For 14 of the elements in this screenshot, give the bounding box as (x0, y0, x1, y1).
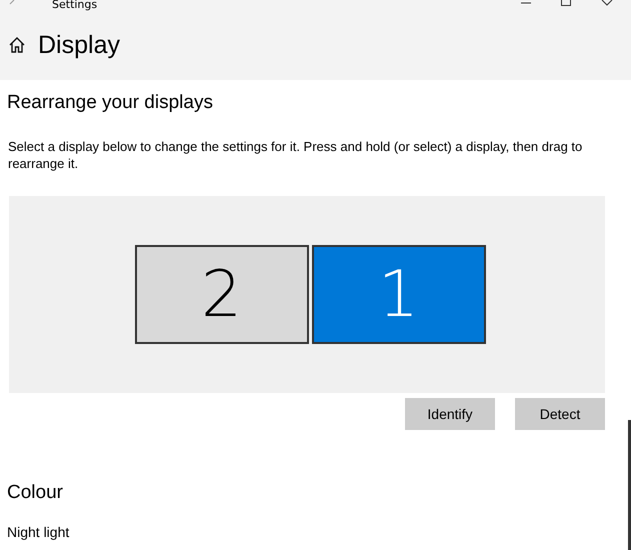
section-heading: Rearrange your displays (7, 92, 214, 114)
page-title: Display (38, 30, 120, 60)
action-button[interactable]: Identify (405, 398, 495, 430)
maximize-icon[interactable] (561, 0, 571, 6)
display-tile[interactable]: 2 (134, 245, 308, 344)
close-icon[interactable] (601, 0, 613, 6)
window-title: Settings (52, 0, 98, 10)
home-icon[interactable] (8, 36, 26, 54)
action-button[interactable]: Detect (515, 398, 605, 430)
description-text: Select a display below to change the settings for it. Press and hold (or select) a display, then drag to rearrange it. (7, 138, 584, 172)
minimize-icon[interactable] (521, 0, 531, 6)
night-light-label: Night light (7, 524, 70, 540)
display-tile[interactable]: 1 (312, 245, 486, 344)
section-heading: Colour (7, 482, 64, 504)
